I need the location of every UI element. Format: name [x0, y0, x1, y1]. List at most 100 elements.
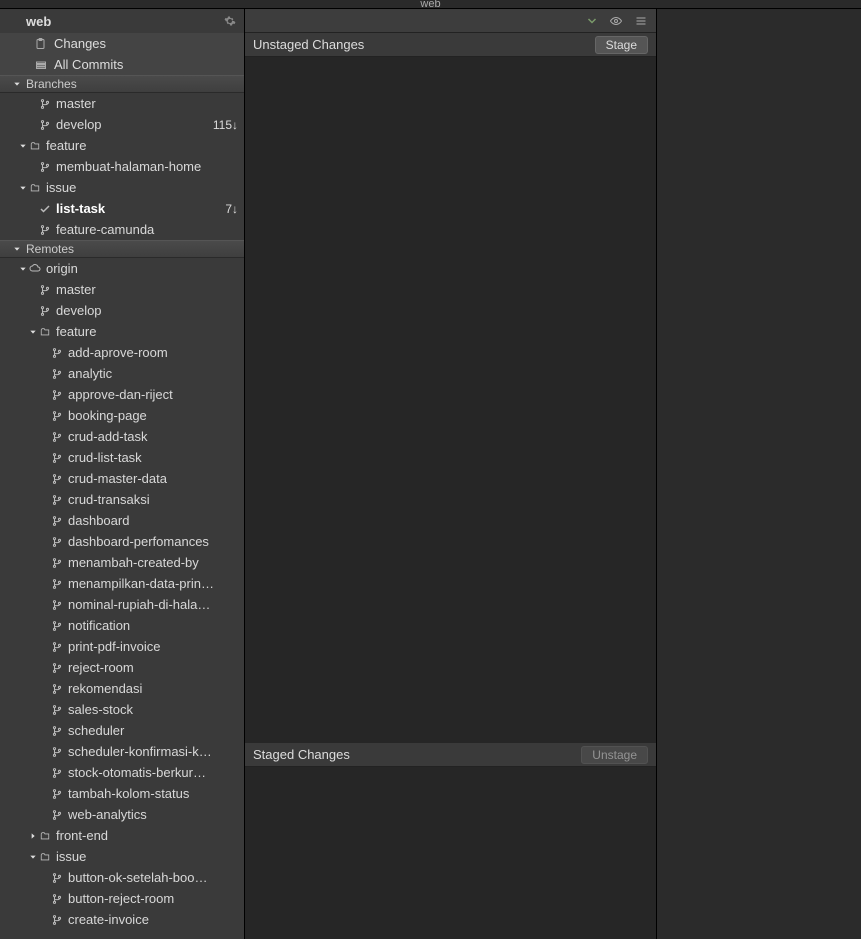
- folder-row[interactable]: feature: [0, 135, 244, 156]
- row-label: develop: [56, 117, 209, 132]
- sidebar-item-all-commits[interactable]: All Commits: [0, 54, 244, 75]
- folder-row[interactable]: feature: [0, 321, 244, 342]
- row-label: feature: [46, 138, 238, 153]
- row-label: tambah-kolom-status: [68, 786, 238, 801]
- sidebar-item-label: All Commits: [54, 57, 123, 72]
- section-header-branches[interactable]: Branches: [0, 75, 244, 93]
- branch-row[interactable]: menambah-created-by: [0, 552, 244, 573]
- branch-icon: [50, 599, 64, 611]
- row-label: dashboard: [68, 513, 238, 528]
- folder-row[interactable]: front-end: [0, 825, 244, 846]
- branch-row[interactable]: menampilkan-data-prin…: [0, 573, 244, 594]
- top-tab-bar: web: [0, 0, 861, 9]
- staged-header: Staged Changes Unstage: [245, 743, 656, 767]
- branch-row[interactable]: feature-camunda: [0, 219, 244, 240]
- branch-icon: [50, 893, 64, 905]
- eye-icon[interactable]: [608, 15, 624, 27]
- chevron-down-icon[interactable]: [18, 142, 28, 150]
- stage-button[interactable]: Stage: [595, 36, 648, 54]
- gear-icon[interactable]: [224, 15, 236, 27]
- expand-down-icon[interactable]: [586, 15, 598, 27]
- chevron-right-icon[interactable]: [28, 832, 38, 840]
- chevron-down-icon[interactable]: [28, 853, 38, 861]
- branch-row[interactable]: booking-page: [0, 405, 244, 426]
- row-label: feature-camunda: [56, 222, 238, 237]
- staged-body[interactable]: [245, 767, 656, 939]
- branch-row[interactable]: dashboard-perfomances: [0, 531, 244, 552]
- branch-row[interactable]: membuat-halaman-home: [0, 156, 244, 177]
- branch-row[interactable]: reject-room: [0, 657, 244, 678]
- branch-icon: [50, 872, 64, 884]
- chevron-down-icon[interactable]: [28, 328, 38, 336]
- row-label: crud-list-task: [68, 450, 238, 465]
- branch-row[interactable]: develop: [0, 300, 244, 321]
- folder-row[interactable]: issue: [0, 177, 244, 198]
- branch-row[interactable]: master: [0, 93, 244, 114]
- branch-icon: [50, 746, 64, 758]
- row-label: crud-transaksi: [68, 492, 238, 507]
- branch-row[interactable]: crud-transaksi: [0, 489, 244, 510]
- row-label: issue: [56, 849, 238, 864]
- changes-icon: [34, 38, 48, 50]
- row-label: create-invoice: [68, 912, 238, 927]
- branch-row[interactable]: analytic: [0, 363, 244, 384]
- branch-row[interactable]: scheduler: [0, 720, 244, 741]
- folder-row[interactable]: issue: [0, 846, 244, 867]
- row-label: list-task: [56, 201, 221, 216]
- menu-icon[interactable]: [634, 15, 648, 27]
- branch-row[interactable]: approve-dan-riject: [0, 384, 244, 405]
- branch-icon: [50, 809, 64, 821]
- branch-row[interactable]: dashboard: [0, 510, 244, 531]
- branch-row[interactable]: develop115↓: [0, 114, 244, 135]
- row-label: scheduler-konfirmasi-k…: [68, 744, 238, 759]
- row-label: feature: [56, 324, 238, 339]
- chevron-down-icon[interactable]: [18, 265, 28, 273]
- row-label: crud-add-task: [68, 429, 238, 444]
- branch-row[interactable]: notification: [0, 615, 244, 636]
- branch-row[interactable]: button-ok-setelah-boo…: [0, 867, 244, 888]
- branch-icon: [50, 410, 64, 422]
- top-tab-label[interactable]: web: [420, 0, 440, 9]
- branch-row[interactable]: tambah-kolom-status: [0, 783, 244, 804]
- branch-row[interactable]: scheduler-konfirmasi-k…: [0, 741, 244, 762]
- check-icon: [38, 203, 52, 215]
- unstage-button[interactable]: Unstage: [581, 746, 648, 764]
- section-header-remotes[interactable]: Remotes: [0, 240, 244, 258]
- branch-row[interactable]: nominal-rupiah-di-hala…: [0, 594, 244, 615]
- branch-row[interactable]: add-aprove-room: [0, 342, 244, 363]
- branch-row[interactable]: print-pdf-invoice: [0, 636, 244, 657]
- branch-row[interactable]: sales-stock: [0, 699, 244, 720]
- row-label: print-pdf-invoice: [68, 639, 238, 654]
- row-label: menambah-created-by: [68, 555, 238, 570]
- row-label: web-analytics: [68, 807, 238, 822]
- branch-row[interactable]: master: [0, 279, 244, 300]
- row-meta: 7↓: [225, 202, 238, 216]
- row-label: sales-stock: [68, 702, 238, 717]
- branch-icon: [50, 725, 64, 737]
- branch-row[interactable]: crud-list-task: [0, 447, 244, 468]
- branch-row[interactable]: crud-add-task: [0, 426, 244, 447]
- row-label: button-reject-room: [68, 891, 238, 906]
- row-label: membuat-halaman-home: [56, 159, 238, 174]
- branch-row[interactable]: web-analytics: [0, 804, 244, 825]
- main-area: web Changes All Commits Branchesmasterde…: [0, 9, 861, 939]
- folder-icon: [28, 183, 42, 193]
- branch-row[interactable]: stock-otomatis-berkur…: [0, 762, 244, 783]
- right-pane: [657, 9, 861, 939]
- sidebar: web Changes All Commits Branchesmasterde…: [0, 9, 245, 939]
- row-label: notification: [68, 618, 238, 633]
- branch-row[interactable]: create-invoice: [0, 909, 244, 930]
- branch-row[interactable]: rekomendasi: [0, 678, 244, 699]
- chevron-down-icon[interactable]: [18, 184, 28, 192]
- unstaged-body[interactable]: [245, 57, 656, 743]
- remote-row[interactable]: origin: [0, 258, 244, 279]
- row-label: stock-otomatis-berkur…: [68, 765, 238, 780]
- branch-row[interactable]: list-task 7↓: [0, 198, 244, 219]
- branch-row[interactable]: crud-master-data: [0, 468, 244, 489]
- unstaged-header: Unstaged Changes Stage: [245, 33, 656, 57]
- commits-icon: [34, 59, 48, 71]
- sidebar-header[interactable]: web: [0, 9, 244, 33]
- branch-row[interactable]: button-reject-room: [0, 888, 244, 909]
- row-label: nominal-rupiah-di-hala…: [68, 597, 238, 612]
- sidebar-item-changes[interactable]: Changes: [0, 33, 244, 54]
